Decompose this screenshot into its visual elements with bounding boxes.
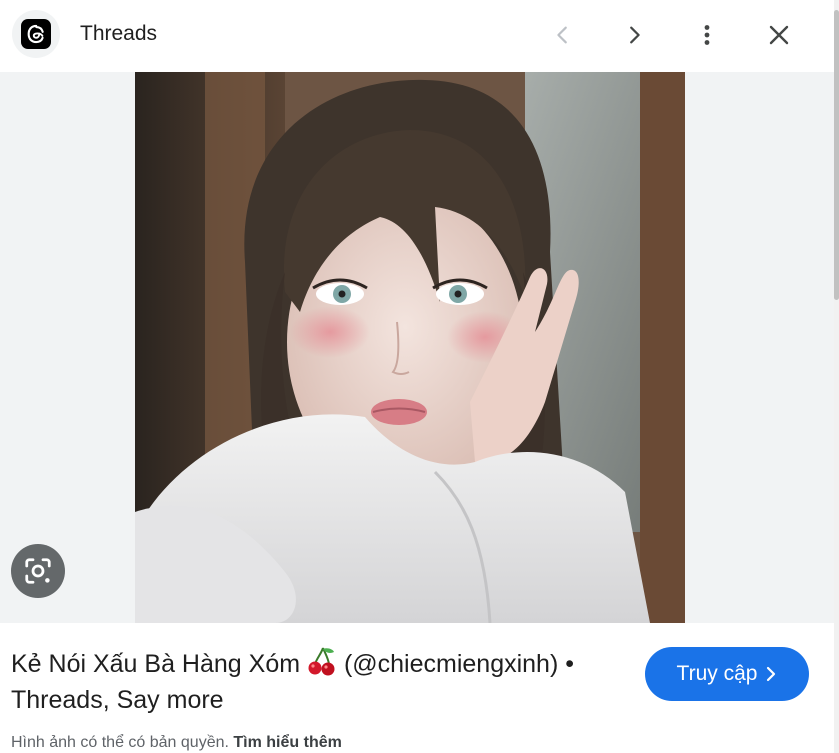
lens-search-button[interactable] bbox=[11, 544, 65, 598]
close-button[interactable] bbox=[758, 14, 800, 56]
scrollbar[interactable] bbox=[834, 0, 839, 753]
copyright-text: Hình ảnh có thể có bản quyền. bbox=[11, 734, 229, 751]
next-button[interactable] bbox=[613, 14, 655, 56]
cherry-emoji-icon bbox=[308, 647, 335, 676]
preview-header: Threads bbox=[0, 0, 839, 72]
result-title[interactable]: Kẻ Nói Xấu Bà Hàng Xóm (@chiecmiengxinh)… bbox=[11, 646, 621, 718]
title-text-start[interactable]: Kẻ Nói Xấu Bà Hàng Xóm bbox=[11, 650, 307, 678]
learn-more-link[interactable]: Tìm hiểu thêm bbox=[233, 734, 341, 751]
chevron-left-icon bbox=[557, 26, 567, 44]
more-vert-icon bbox=[704, 25, 710, 45]
image-preview-area bbox=[0, 72, 834, 623]
more-options-button[interactable] bbox=[686, 14, 728, 56]
visit-button-label: Truy cập bbox=[676, 662, 758, 685]
preview-image[interactable] bbox=[135, 72, 685, 623]
scrollbar-thumb[interactable] bbox=[834, 10, 839, 300]
chevron-right-icon bbox=[767, 666, 776, 682]
chevron-right-icon bbox=[630, 26, 640, 44]
close-icon bbox=[769, 25, 789, 45]
image-preview-panel: Threads Kẻ Nói Xấu Bà Hàng Xóm (@chiecmi… bbox=[0, 0, 839, 753]
site-name[interactable]: Threads bbox=[80, 21, 157, 47]
previous-button[interactable] bbox=[542, 14, 584, 56]
copyright-notice: Hình ảnh có thể có bản quyền. Tìm hiểu t… bbox=[11, 734, 342, 752]
lens-search-icon bbox=[25, 558, 51, 584]
threads-logo-icon[interactable] bbox=[12, 10, 60, 58]
visit-button[interactable]: Truy cập bbox=[645, 647, 809, 701]
